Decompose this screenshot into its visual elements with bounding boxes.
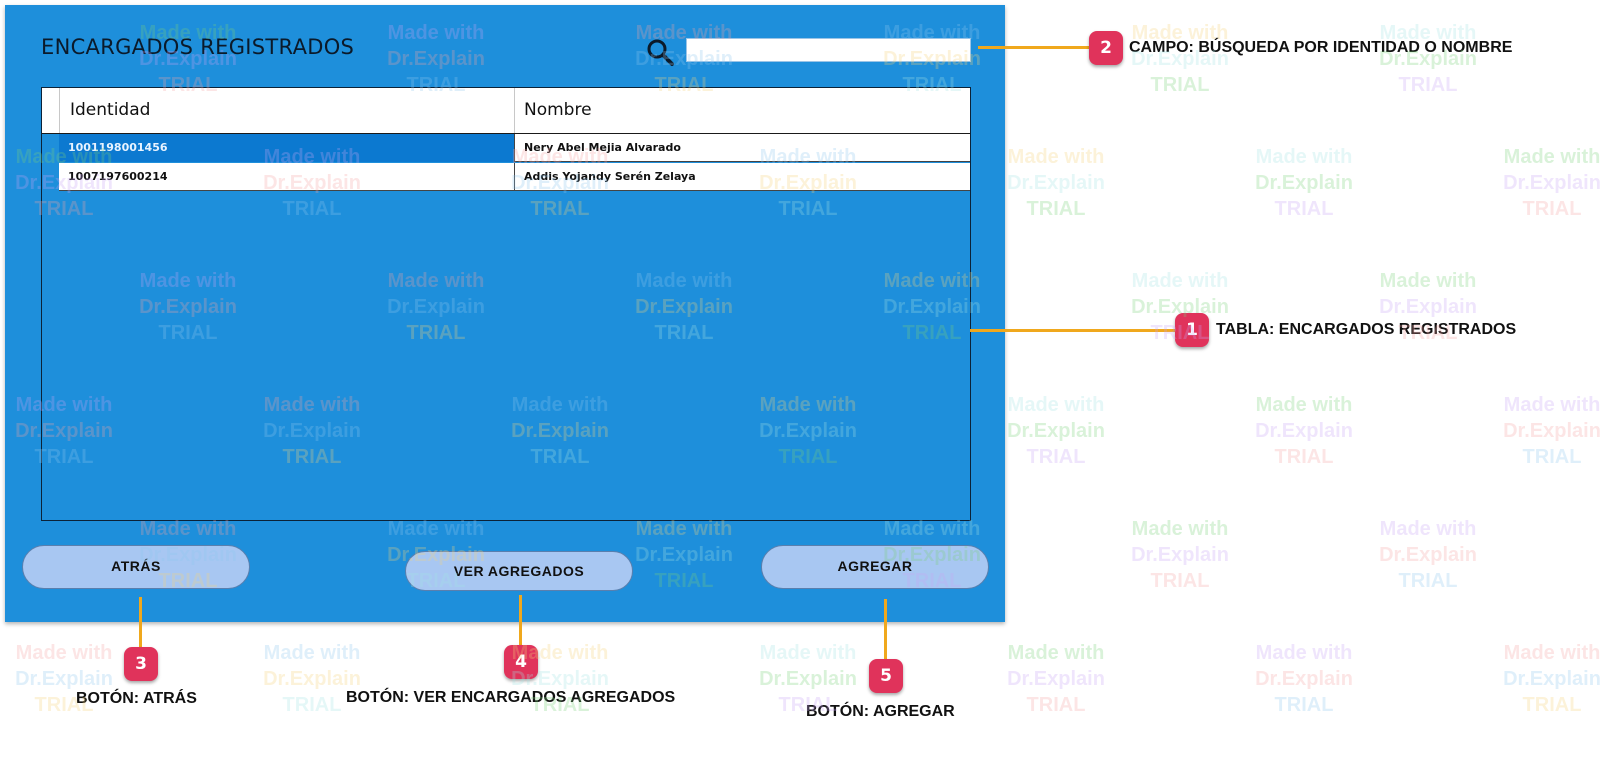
- add-button[interactable]: AGREGAR: [761, 545, 989, 589]
- cell-identidad[interactable]: 1001198001456: [59, 134, 514, 162]
- table-row[interactable]: 1001198001456 Nery Abel Mejia Alvarado: [59, 134, 970, 162]
- callout-line-2: [978, 46, 1090, 49]
- watermark-tile: Made with Dr.Explain TRIAL: [1255, 642, 1353, 716]
- callout-label-2: CAMPO: BÚSQUEDA POR IDENTIDAD O NOMBRE: [1129, 39, 1513, 56]
- watermark-tile: Made with Dr.Explain TRIAL: [1131, 518, 1229, 592]
- callout-label-4: BOTÓN: VER ENCARGADOS AGREGADOS: [346, 689, 676, 706]
- column-header-nombre[interactable]: Nombre: [524, 88, 592, 133]
- callout-marker-5: 5: [869, 659, 903, 693]
- watermark-tile: Made with Dr.Explain TRIAL: [1379, 518, 1477, 592]
- search-input[interactable]: [686, 38, 971, 62]
- callout-label-3: BOTÓN: ATRÁS: [76, 690, 197, 707]
- watermark-tile: Made with Dr.Explain TRIAL: [1007, 642, 1105, 716]
- callout-marker-4: 4: [504, 645, 538, 679]
- cell-nombre[interactable]: Addis Yojandy Serén Zelaya: [514, 163, 970, 191]
- registered-managers-table[interactable]: Identidad Nombre 1001198001456 Nery Abel…: [41, 87, 971, 521]
- watermark-tile: Made with Dr.Explain TRIAL: [1255, 146, 1353, 220]
- watermark-tile: Made with Dr.Explain TRIAL: [1131, 22, 1229, 96]
- column-divider[interactable]: [514, 88, 515, 133]
- callout-line-4: [519, 595, 522, 647]
- watermark-tile: Made with Dr.Explain TRIAL: [1379, 22, 1477, 96]
- callout-line-1: [970, 329, 1178, 332]
- callout-line-3: [139, 597, 142, 649]
- callout-label-5: BOTÓN: AGREGAR: [806, 703, 955, 720]
- callout-line-5: [884, 599, 887, 661]
- callout-marker-2: 2: [1089, 31, 1123, 65]
- watermark-tile: Made with Dr.Explain TRIAL: [1503, 394, 1601, 468]
- watermark-tile: Made with Dr.Explain TRIAL: [1503, 146, 1601, 220]
- callout-marker-1: 1: [1175, 313, 1209, 347]
- callout-marker-3: 3: [124, 647, 158, 681]
- table-header: Identidad Nombre: [42, 88, 970, 134]
- search-icon[interactable]: [645, 37, 675, 67]
- cell-identidad[interactable]: 1007197600214: [59, 163, 514, 191]
- callout-label-1: TABLA: ENCARGADOS REGISTRADOS: [1216, 321, 1517, 338]
- view-added-button[interactable]: VER AGREGADOS: [405, 551, 633, 591]
- watermark-tile: Made with Dr.Explain TRIAL: [1007, 394, 1105, 468]
- watermark-tile: Made with Dr.Explain TRIAL: [1007, 146, 1105, 220]
- page-title: ENCARGADOS REGISTRADOS: [41, 35, 355, 59]
- back-button[interactable]: ATRÁS: [22, 545, 250, 589]
- cell-nombre[interactable]: Nery Abel Mejia Alvarado: [514, 134, 970, 162]
- watermark-tile: Made with Dr.Explain TRIAL: [1255, 394, 1353, 468]
- column-header-identidad[interactable]: Identidad: [70, 88, 150, 133]
- table-row[interactable]: 1007197600214 Addis Yojandy Serén Zelaya: [59, 163, 970, 191]
- watermark-tile: Made with Dr.Explain TRIAL: [1503, 642, 1601, 716]
- row-header-column: [42, 88, 60, 133]
- app-window: ENCARGADOS REGISTRADOS Identidad Nombre …: [5, 5, 1005, 622]
